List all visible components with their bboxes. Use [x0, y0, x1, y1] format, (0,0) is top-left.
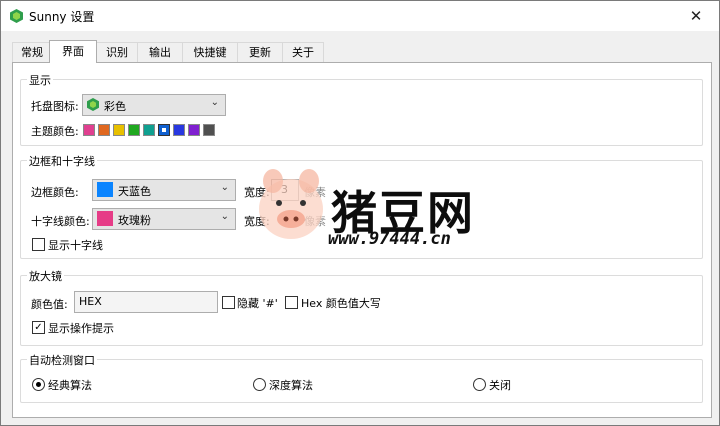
chevron-down-icon: ⌄	[220, 182, 229, 193]
title-bar: Sunny 设置 ✕	[1, 1, 719, 31]
close-button[interactable]: ✕	[673, 1, 719, 31]
theme-swatch[interactable]	[98, 124, 110, 136]
hex-upper-label: Hex 颜色值大写	[301, 297, 381, 310]
tray-icon-dropdown[interactable]: 彩色 ⌄	[82, 94, 226, 116]
close-icon: ✕	[689, 7, 703, 25]
radio-off[interactable]	[473, 378, 486, 391]
tab-label: 识别	[106, 46, 128, 59]
window-title: Sunny 设置	[29, 10, 95, 24]
group-magnifier: 放大镜 颜色值: HEX 隐藏 '#' Hex 颜色值大写 ✓ 显示操作提示	[20, 268, 703, 346]
hide-hash-label: 隐藏 '#'	[237, 297, 278, 310]
tab-hotkeys[interactable]: 快捷键	[182, 42, 238, 62]
sunny-logo-icon	[87, 98, 99, 111]
cross-color-chip	[97, 211, 113, 226]
tab-label: 输出	[149, 46, 171, 59]
theme-color-label: 主题颜色:	[31, 125, 79, 138]
cross-color-dropdown[interactable]: 玫瑰粉 ⌄	[92, 208, 236, 230]
group-title-display: 显示	[27, 72, 53, 88]
cross-color-label: 十字线颜色:	[31, 215, 90, 228]
radio-dot	[36, 382, 41, 387]
chevron-down-icon: ⌄	[220, 211, 229, 222]
show-tips-label: 显示操作提示	[48, 322, 114, 335]
color-value-input[interactable]: HEX	[74, 291, 218, 313]
color-value-text: HEX	[79, 295, 102, 308]
tab-update[interactable]: 更新	[237, 42, 283, 62]
radio-classic[interactable]	[32, 378, 45, 391]
show-cross-checkbox[interactable]	[32, 238, 45, 251]
group-display: 显示 托盘图标: 彩色 ⌄ 主题颜色:	[20, 72, 703, 146]
radio-deep[interactable]	[253, 378, 266, 391]
selected-swatch-marker	[162, 128, 166, 132]
group-title-magnifier: 放大镜	[27, 268, 64, 284]
tab-label: 快捷键	[193, 46, 227, 59]
border-color-value: 天蓝色	[118, 185, 151, 198]
chevron-down-icon: ⌄	[210, 97, 219, 108]
group-title-auto-detect: 自动检测窗口	[27, 352, 97, 368]
tray-icon-value: 彩色	[104, 100, 126, 113]
group-auto-detect: 自动检测窗口 经典算法 深度算法 关闭	[20, 352, 703, 403]
radio-classic-label: 经典算法	[48, 379, 92, 392]
tab-label: 界面	[62, 45, 84, 58]
radio-deep-label: 深度算法	[269, 379, 313, 392]
theme-swatch[interactable]	[83, 124, 95, 136]
theme-swatch[interactable]	[113, 124, 125, 136]
sunny-logo-icon	[10, 9, 23, 23]
hide-hash-checkbox[interactable]	[222, 296, 235, 309]
settings-window: Sunny 设置 ✕ 常规 界面 识别 输出 快捷键 更新 关于 显示 托盘图标…	[0, 0, 720, 426]
tab-interface[interactable]: 界面	[49, 40, 97, 63]
watermark-url: www.97444.cn	[328, 229, 451, 249]
tab-recognition[interactable]: 识别	[96, 42, 138, 62]
tab-label: 关于	[292, 46, 314, 59]
theme-swatch[interactable]	[143, 124, 155, 136]
pig-mascot-icon	[259, 169, 323, 239]
theme-swatch[interactable]	[128, 124, 140, 136]
tab-output[interactable]: 输出	[137, 42, 183, 62]
theme-swatch[interactable]	[158, 124, 170, 136]
cross-color-value: 玫瑰粉	[118, 214, 151, 227]
tab-general[interactable]: 常规	[12, 42, 52, 62]
border-color-label: 边框颜色:	[31, 186, 79, 199]
radio-off-label: 关闭	[489, 379, 511, 392]
theme-swatch[interactable]	[188, 124, 200, 136]
group-title-border: 边框和十字线	[27, 153, 97, 169]
checkmark-icon: ✓	[34, 322, 43, 333]
theme-swatch[interactable]	[203, 124, 215, 136]
show-tips-checkbox[interactable]: ✓	[32, 321, 45, 334]
color-value-label: 颜色值:	[31, 298, 68, 311]
tray-icon-label: 托盘图标:	[31, 100, 79, 113]
tab-about[interactable]: 关于	[282, 42, 324, 62]
hex-upper-checkbox[interactable]	[285, 296, 298, 309]
border-color-dropdown[interactable]: 天蓝色 ⌄	[92, 179, 236, 201]
show-cross-label: 显示十字线	[48, 239, 103, 252]
tab-label: 更新	[249, 46, 271, 59]
border-color-chip	[97, 182, 113, 197]
tab-label: 常规	[21, 46, 43, 59]
theme-swatch[interactable]	[173, 124, 185, 136]
